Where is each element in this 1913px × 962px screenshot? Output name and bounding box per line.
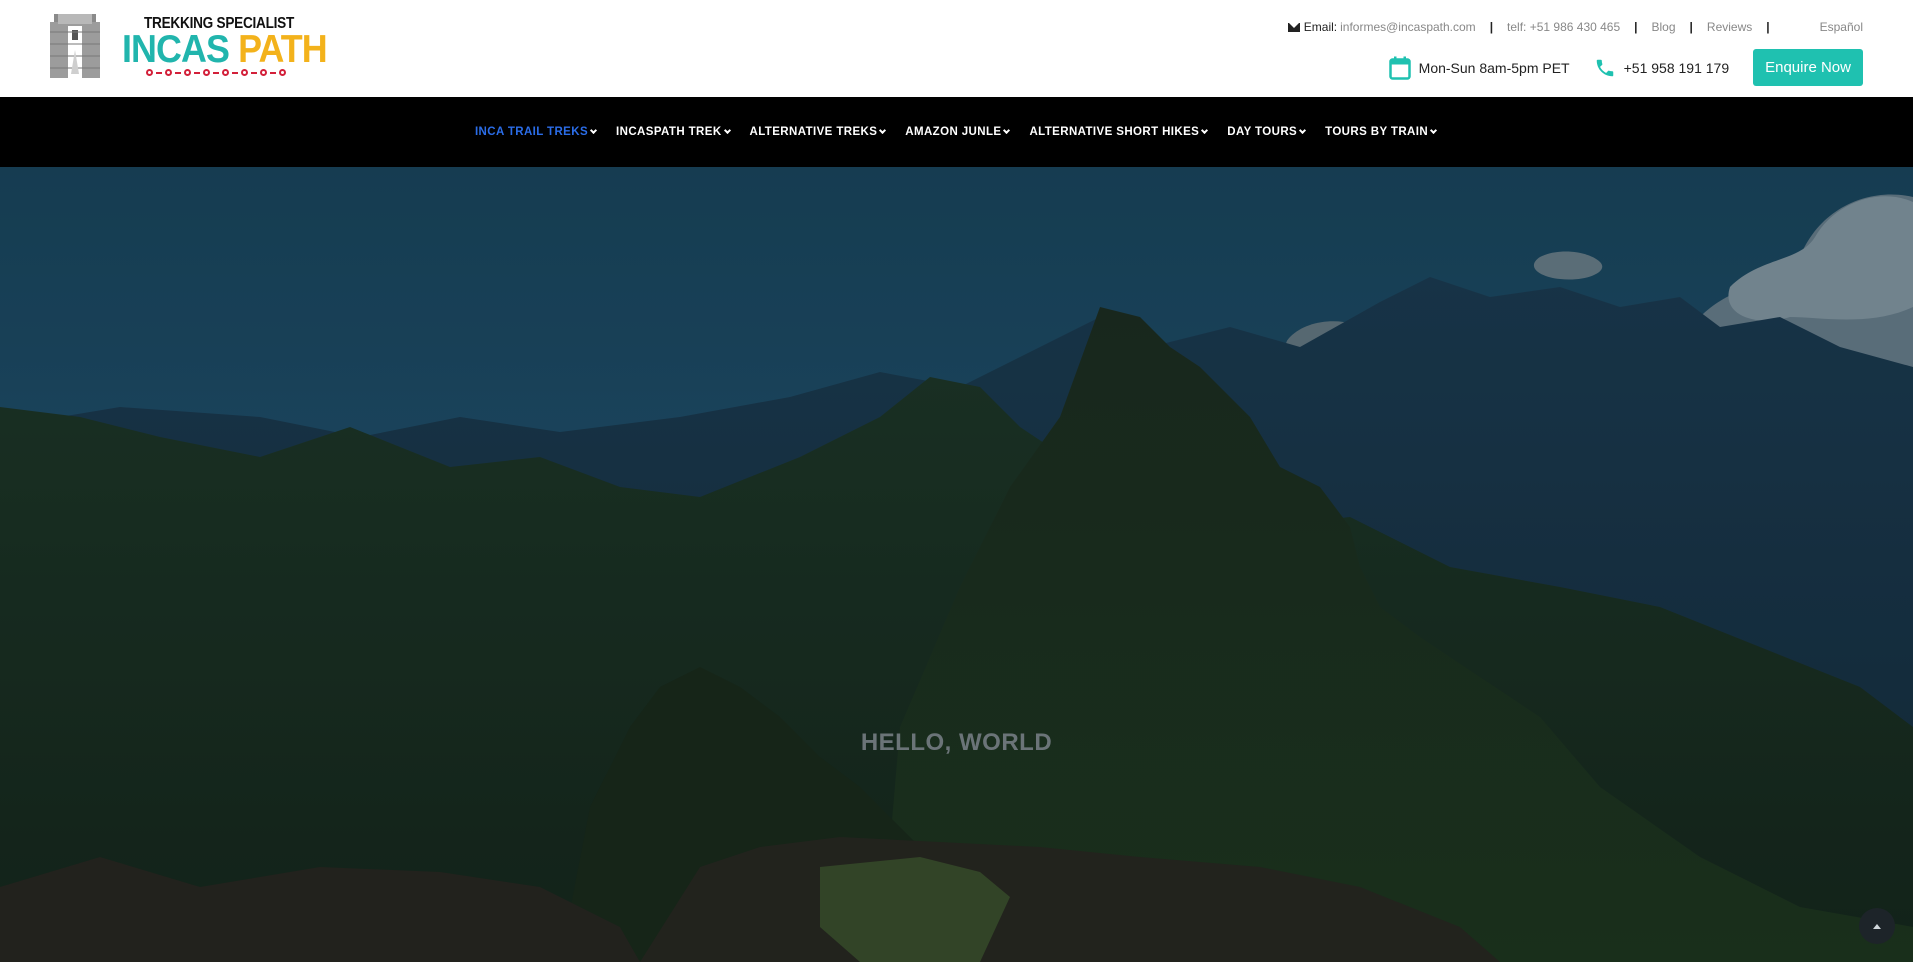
chevron-down-icon: [723, 126, 731, 135]
divider: |: [1689, 20, 1693, 34]
nav-label: ALTERNATIVE TREKS: [749, 126, 878, 138]
nav-item-alternative-treks[interactable]: ALTERNATIVE TREKS: [749, 126, 887, 138]
logo[interactable]: TREKKING SPECIALIST INCAS PATH: [50, 12, 328, 82]
chevron-down-icon: [1201, 126, 1209, 135]
divider: |: [1489, 20, 1494, 34]
nav-label: INCASPATH TREK: [616, 126, 722, 138]
nav-label: AMAZON JUNLE: [905, 126, 1002, 138]
top-utility-bar: Email: informes@incaspath.com | telf: +5…: [1287, 20, 1863, 34]
nav-label: ALTERNATIVE SHORT HIKES: [1029, 126, 1200, 138]
chevron-down-icon: [1299, 126, 1307, 135]
phone-icon: [1596, 59, 1613, 76]
site-header: TREKKING SPECIALIST INCAS PATH Email: in…: [0, 0, 1913, 97]
contact-bar: Mon-Sun 8am-5pm PET +51 958 191 179 Enqu…: [1388, 49, 1863, 86]
nav-item-inca-trail-treks[interactable]: INCA TRAIL TREKS: [474, 126, 598, 138]
enquire-now-button[interactable]: Enquire Now: [1753, 49, 1863, 86]
calendar-icon: [1388, 56, 1411, 80]
chevron-up-icon: [1873, 923, 1881, 929]
email-label: Email:: [1303, 20, 1338, 34]
logo-wordmark: INCAS PATH: [122, 28, 328, 72]
hours-text: Mon-Sun 8am-5pm PET: [1418, 59, 1570, 76]
nav-item-tours-by-train[interactable]: TOURS BY TRAIN: [1325, 126, 1438, 138]
logo-temple-icon: [50, 14, 100, 78]
nav-item-day-tours[interactable]: DAY TOURS: [1227, 126, 1307, 138]
phone-text: +51 958 191 179: [1623, 59, 1730, 76]
nav-item-amazon-junle[interactable]: AMAZON JUNLE: [905, 126, 1011, 138]
chevron-down-icon: [590, 126, 598, 135]
envelope-icon: [1287, 22, 1300, 32]
chevron-down-icon: [1003, 126, 1011, 135]
nav-item-incaspath-trek[interactable]: INCASPATH TREK: [616, 126, 731, 138]
nav-item-alternative-short-hikes[interactable]: ALTERNATIVE SHORT HIKES: [1029, 126, 1209, 138]
nav-label: DAY TOURS: [1227, 126, 1298, 138]
telf-link[interactable]: telf: +51 986 430 465: [1507, 20, 1620, 34]
language-link[interactable]: Español: [1820, 20, 1863, 34]
hero-background-image: [0, 167, 1913, 962]
chevron-down-icon: [879, 126, 887, 135]
reviews-link[interactable]: Reviews: [1707, 20, 1752, 34]
phone-contact[interactable]: +51 958 191 179: [1594, 57, 1730, 79]
logo-word-incas: INCAS: [122, 28, 230, 71]
main-nav: INCA TRAIL TREKS INCASPATH TREK ALTERNAT…: [0, 97, 1913, 167]
email-link[interactable]: informes@incaspath.com: [1340, 20, 1476, 34]
back-to-top-button[interactable]: [1859, 908, 1895, 944]
divider: |: [1634, 20, 1638, 34]
business-hours: Mon-Sun 8am-5pm PET: [1388, 56, 1570, 80]
divider: |: [1766, 20, 1770, 34]
logo-word-path: PATH: [238, 28, 328, 71]
nav-label: INCA TRAIL TREKS: [474, 126, 589, 138]
logo-chain-ornament: [146, 69, 286, 76]
blog-link[interactable]: Blog: [1652, 20, 1676, 34]
hero-banner: HELLO, WORLD: [0, 167, 1913, 962]
nav-label: TOURS BY TRAIN: [1325, 126, 1429, 138]
chevron-down-icon: [1430, 126, 1438, 135]
hero-heading: HELLO, WORLD: [860, 729, 1053, 756]
